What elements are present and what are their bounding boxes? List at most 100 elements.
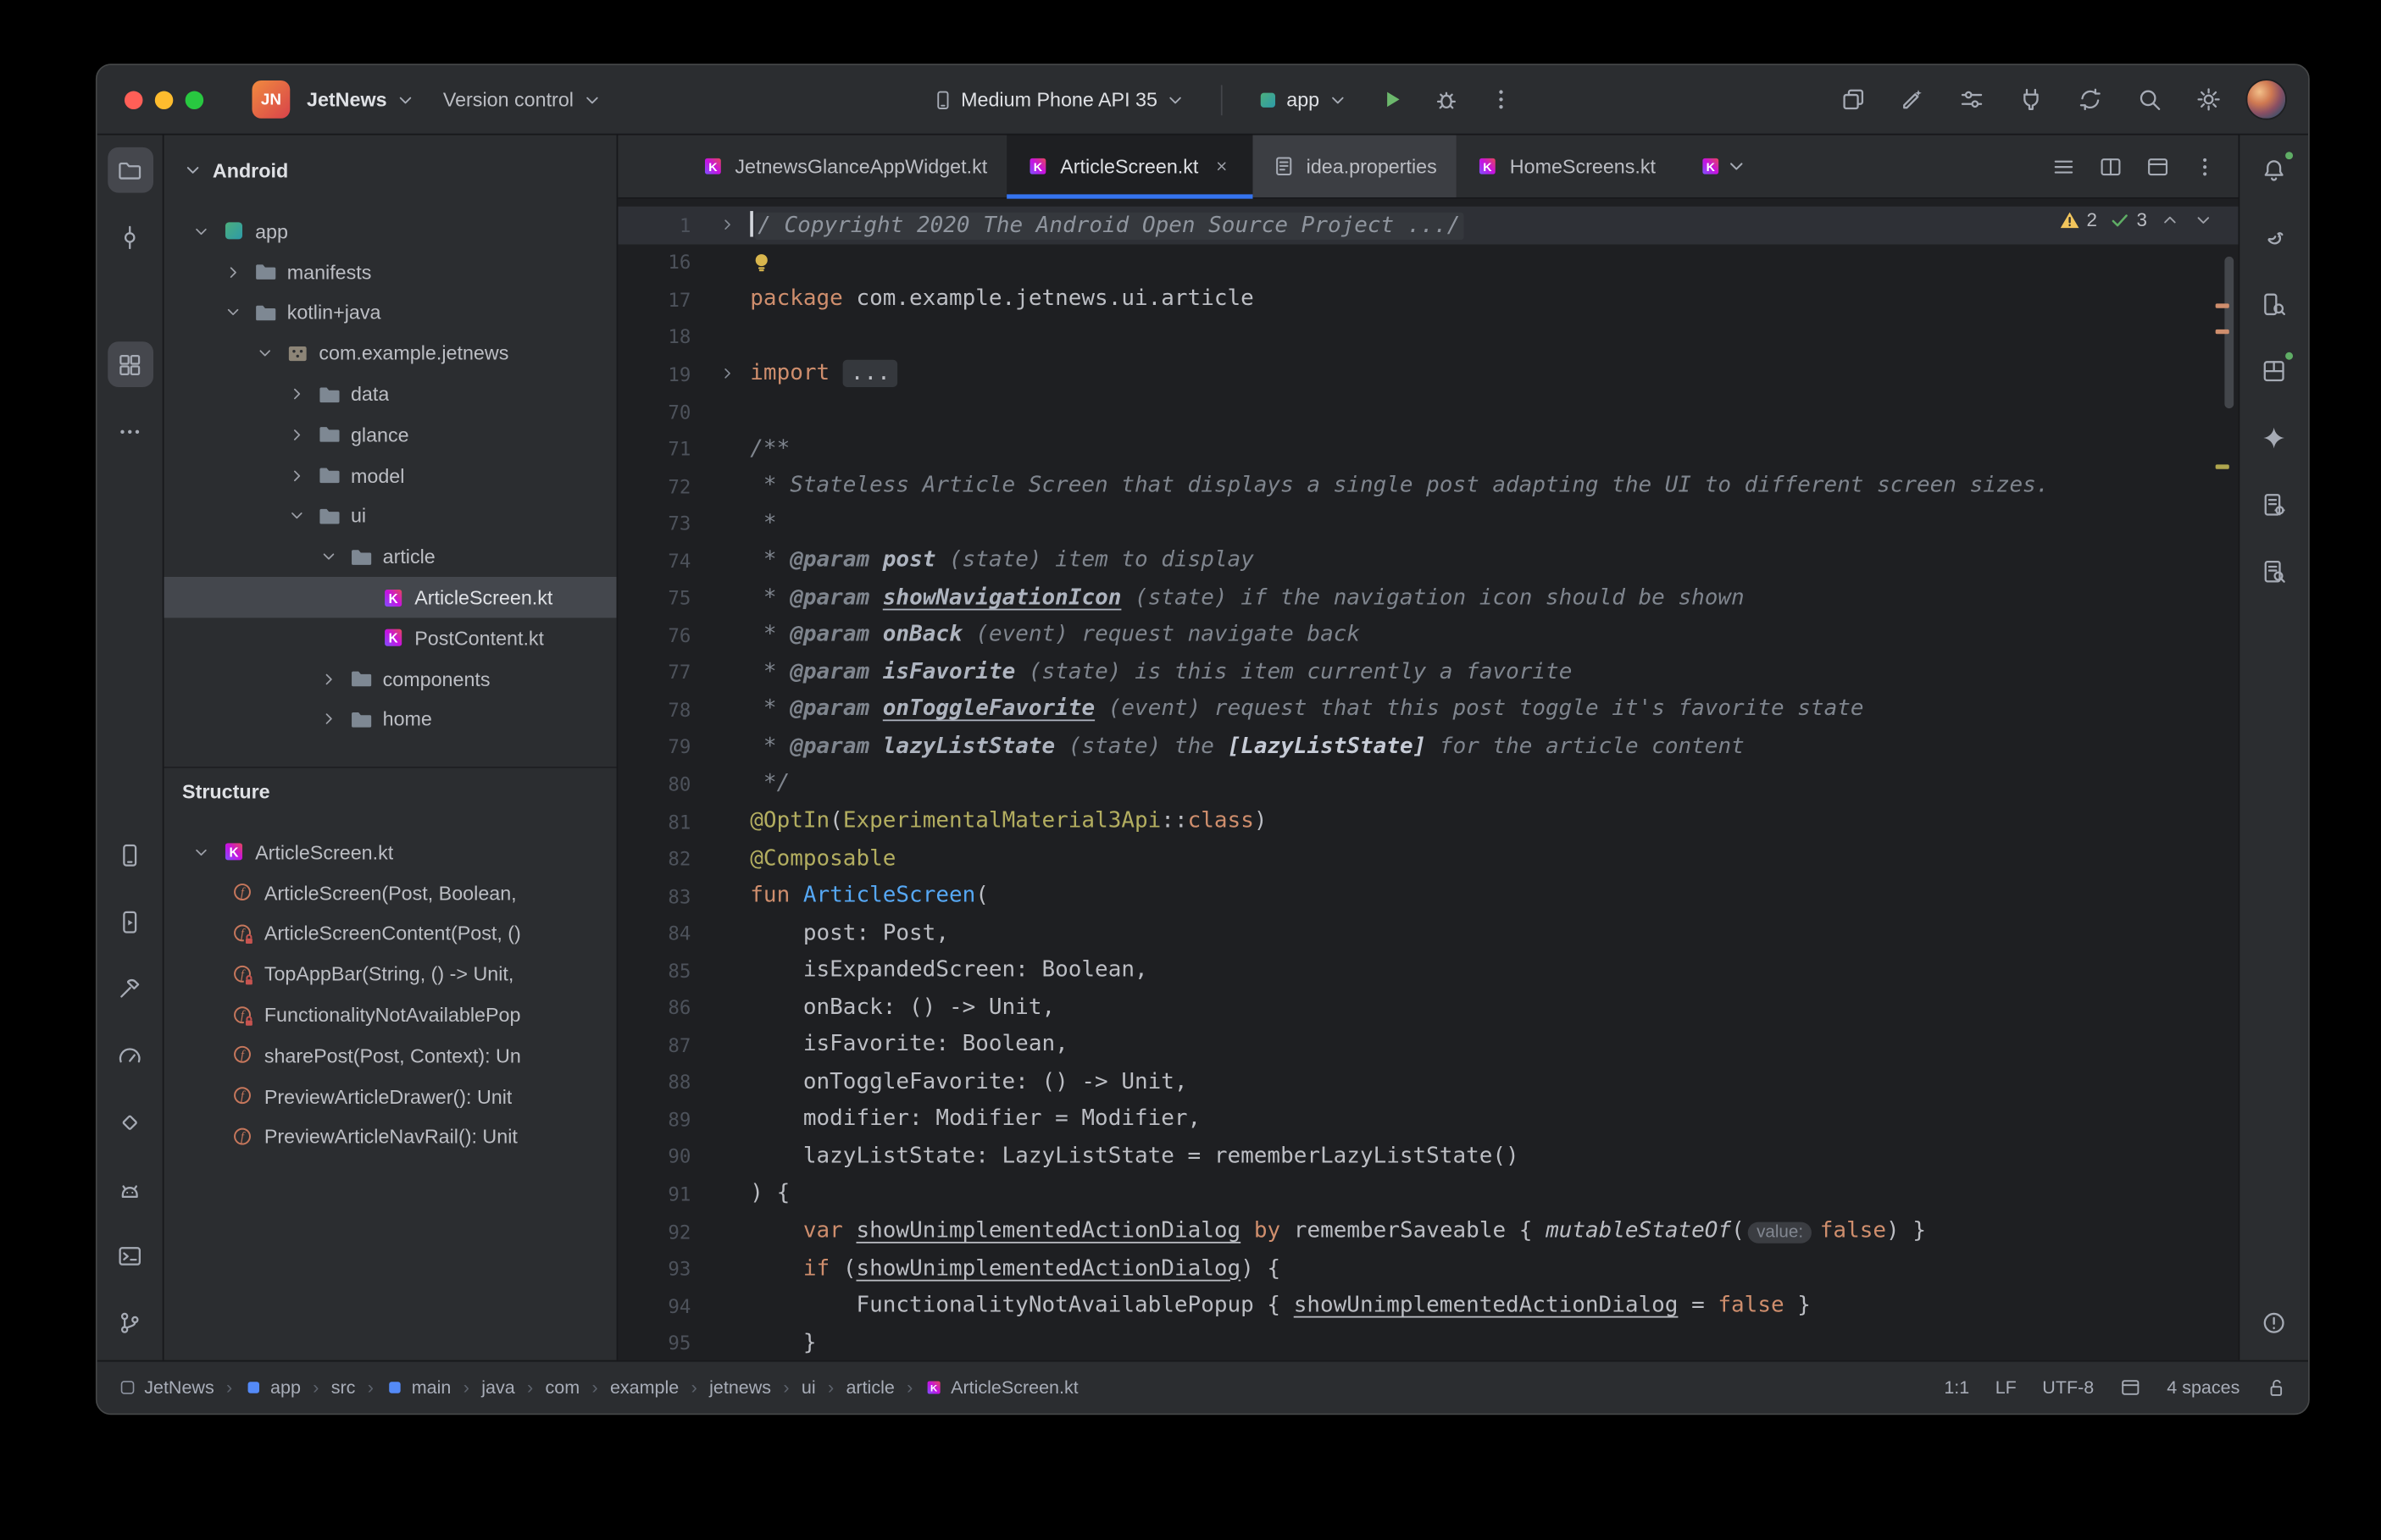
- structure-button[interactable]: [107, 341, 153, 387]
- line-number[interactable]: 81: [618, 810, 691, 833]
- split-editor-button[interactable]: [2099, 154, 2123, 179]
- editor-layout-button[interactable]: [2145, 154, 2170, 179]
- breadcrumb-item[interactable]: article: [846, 1377, 894, 1398]
- structure-item[interactable]: fsharePost(Post, Context): Un: [164, 1035, 617, 1076]
- code-line[interactable]: 79 * @param lazyListState (state) the [L…: [618, 728, 2238, 766]
- app-logo[interactable]: JN: [252, 80, 290, 119]
- warnings-indicator[interactable]: 2: [2059, 209, 2097, 230]
- code-line[interactable]: 84 post: Post,: [618, 915, 2238, 952]
- tab-JetnewsGlanceAppWidget.kt[interactable]: KJetnewsGlanceAppWidget.kt: [682, 135, 1007, 197]
- project-selector[interactable]: JetNews: [296, 82, 426, 117]
- line-number[interactable]: 93: [618, 1257, 691, 1280]
- chevron-right-icon[interactable]: [316, 669, 341, 689]
- code-line[interactable]: 17package com.example.jetnews.ui.article: [618, 281, 2238, 319]
- more-tool-windows-button[interactable]: [107, 408, 153, 454]
- settings-button[interactable]: [2187, 78, 2229, 120]
- project-tree-item[interactable]: kotlin+java: [164, 292, 617, 333]
- line-number[interactable]: 1: [618, 213, 691, 236]
- line-number[interactable]: 86: [618, 996, 691, 1019]
- running-devices-button[interactable]: [107, 899, 153, 944]
- breadcrumb-item[interactable]: ui: [802, 1377, 816, 1398]
- project-view-selector[interactable]: Android: [164, 135, 617, 204]
- assistant-button[interactable]: [2251, 481, 2297, 527]
- build-button[interactable]: [107, 966, 153, 1011]
- version-control-button[interactable]: [107, 1299, 153, 1345]
- line-number[interactable]: 95: [618, 1332, 691, 1354]
- minimize-window-button[interactable]: [155, 91, 174, 109]
- device-manager-button[interactable]: [107, 832, 153, 878]
- code-line[interactable]: 76 * @param onBack (event) request navig…: [618, 617, 2238, 654]
- line-number[interactable]: 85: [618, 959, 691, 982]
- project-tree-item[interactable]: KArticleScreen.kt: [164, 577, 617, 618]
- code-line[interactable]: 87 isFavorite: Boolean,: [618, 1027, 2238, 1064]
- project-tree-item[interactable]: article: [164, 536, 617, 577]
- code-line[interactable]: 95 }: [618, 1324, 2238, 1360]
- app-quality-insights-button[interactable]: [107, 1099, 153, 1144]
- fold-marker-icon[interactable]: [691, 216, 750, 235]
- close-tab-button[interactable]: [1209, 154, 1234, 179]
- code-line[interactable]: 94 FunctionalityNotAvailablePopup { show…: [618, 1287, 2238, 1324]
- line-number[interactable]: 90: [618, 1145, 691, 1168]
- breadcrumb-item[interactable]: src: [331, 1377, 356, 1398]
- chevron-down-icon[interactable]: [188, 221, 213, 241]
- project-tree-item[interactable]: model: [164, 455, 617, 496]
- code-line[interactable]: 80 */: [618, 766, 2238, 803]
- tab-ArticleScreen.kt[interactable]: KArticleScreen.kt: [1007, 135, 1253, 197]
- line-number[interactable]: 89: [618, 1108, 691, 1131]
- breadcrumb-item[interactable]: jetnews: [709, 1377, 771, 1398]
- line-number[interactable]: 78: [618, 698, 691, 721]
- line-number[interactable]: 94: [618, 1294, 691, 1317]
- structure-item[interactable]: fFunctionalityNotAvailablePop: [164, 994, 617, 1035]
- code-line[interactable]: 82@Composable: [618, 840, 2238, 878]
- line-number[interactable]: 17: [618, 288, 691, 311]
- line-number[interactable]: 84: [618, 922, 691, 944]
- next-problem-button[interactable]: [2193, 209, 2214, 230]
- terminal-button[interactable]: [107, 1233, 153, 1278]
- gradle-button[interactable]: [2251, 214, 2297, 260]
- code-line[interactable]: 72 * Stateless Article Screen that displ…: [618, 468, 2238, 505]
- gemini-button[interactable]: [2251, 414, 2297, 460]
- line-number[interactable]: 19: [618, 363, 691, 385]
- line-separator-selector[interactable]: LF: [1995, 1377, 2017, 1398]
- indent-selector[interactable]: 4 spaces: [2167, 1377, 2239, 1398]
- line-number[interactable]: 73: [618, 512, 691, 535]
- line-number[interactable]: 88: [618, 1071, 691, 1094]
- tab-idea.properties[interactable]: idea.properties: [1253, 135, 1457, 197]
- chevron-right-icon[interactable]: [284, 425, 308, 445]
- notifications-button[interactable]: [2251, 147, 2297, 193]
- passed-indicator[interactable]: 3: [2109, 209, 2147, 230]
- line-number[interactable]: 91: [618, 1183, 691, 1205]
- structure-item[interactable]: fArticleScreen(Post, Boolean,: [164, 872, 617, 913]
- code-line[interactable]: 77 * @param isFavorite (state) is this i…: [618, 654, 2238, 691]
- line-number[interactable]: 83: [618, 884, 691, 907]
- line-number[interactable]: 74: [618, 549, 691, 572]
- breadcrumb-item[interactable]: main: [386, 1377, 451, 1398]
- breadcrumb-item[interactable]: java: [481, 1377, 514, 1398]
- sync-project-button[interactable]: [2068, 78, 2111, 120]
- project-tree-item[interactable]: data: [164, 374, 617, 414]
- code-line[interactable]: 91) {: [618, 1175, 2238, 1212]
- device-selector[interactable]: Medium Phone API 35: [922, 82, 1197, 117]
- chevron-down-icon[interactable]: [284, 507, 308, 526]
- structure-root-item[interactable]: KArticleScreen.kt: [164, 832, 617, 872]
- line-number[interactable]: 77: [618, 661, 691, 684]
- code-line[interactable]: 88 onToggleFavorite: () -> Unit,: [618, 1063, 2238, 1100]
- code-line[interactable]: 89 modifier: Modifier = Modifier,: [618, 1100, 2238, 1138]
- structure-item[interactable]: fTopAppBar(String, () -> Unit,: [164, 954, 617, 994]
- project-tree-item[interactable]: app: [164, 211, 617, 252]
- editor-layout-icon[interactable]: [2120, 1377, 2141, 1398]
- chevron-right-icon[interactable]: [220, 262, 245, 281]
- line-number[interactable]: 76: [618, 623, 691, 646]
- device-explorer-button[interactable]: [2251, 281, 2297, 327]
- caret-position[interactable]: 1:1: [1944, 1377, 1969, 1398]
- device-pairing-button[interactable]: [2009, 78, 2051, 120]
- project-tree-item[interactable]: glance: [164, 414, 617, 455]
- breadcrumb-item[interactable]: JetNews: [119, 1377, 214, 1398]
- zoom-window-button[interactable]: [186, 91, 204, 109]
- run-button[interactable]: [1371, 78, 1413, 120]
- profiler-button[interactable]: [107, 1033, 153, 1078]
- code-line[interactable]: 90 lazyListState: LazyListState = rememb…: [618, 1138, 2238, 1175]
- structure-item[interactable]: fPreviewArticleDrawer(): Unit: [164, 1076, 617, 1116]
- project-tree-item[interactable]: ui: [164, 496, 617, 536]
- vcs-widget[interactable]: Version control: [432, 82, 613, 117]
